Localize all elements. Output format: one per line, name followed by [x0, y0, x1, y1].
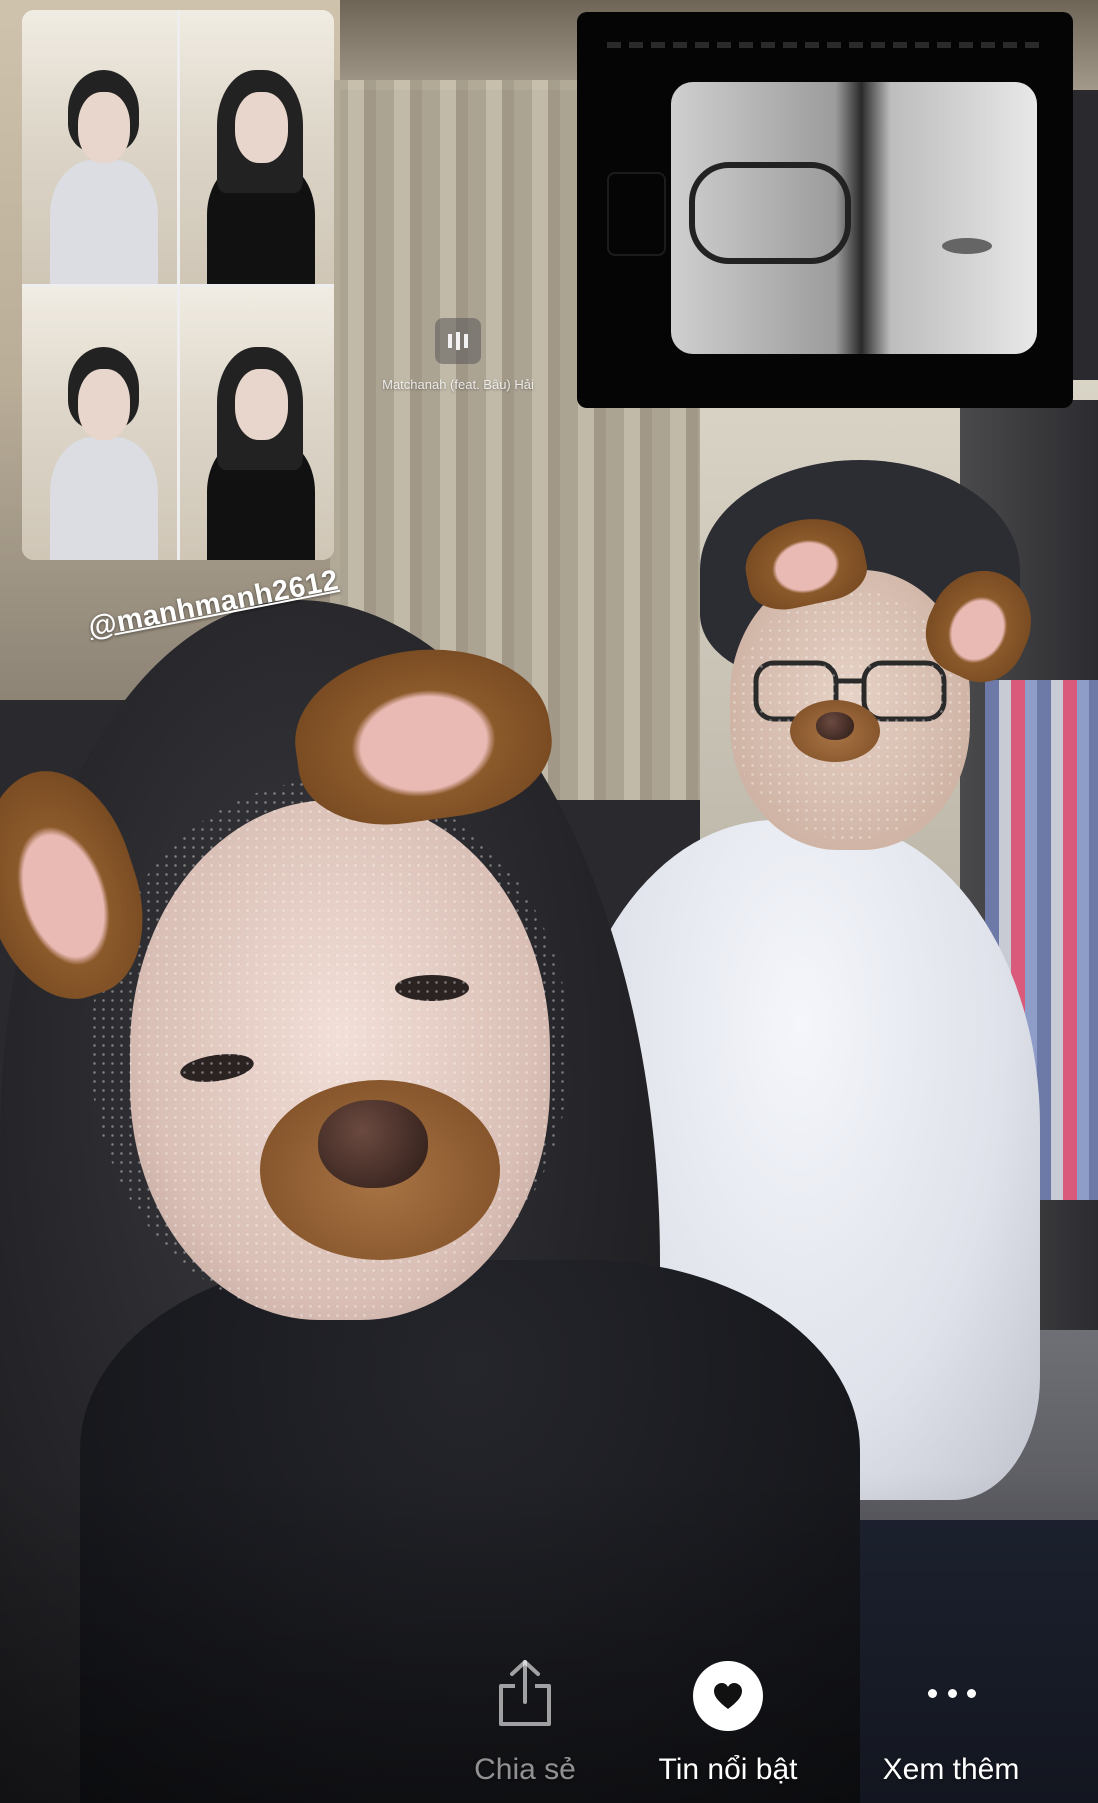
share-label: Chia sẻ: [474, 1753, 576, 1786]
dog-nose-icon: [318, 1100, 428, 1188]
film-notch: [607, 172, 666, 256]
film-photo: [671, 82, 1037, 354]
collage-photo: [22, 286, 177, 560]
more-button[interactable]: Xem thêm: [851, 1753, 1051, 1787]
more-label: Xem thêm: [882, 1753, 1020, 1786]
heart-icon: [714, 1683, 742, 1709]
dog-nose-icon: [816, 712, 854, 740]
music-title: Matchanah (feat. Bâu) Hải: [382, 377, 534, 392]
collage-photo: [179, 10, 334, 284]
collage-photo: [179, 286, 334, 560]
collage-photo: [22, 10, 177, 284]
film-perforation: [607, 42, 1043, 48]
more-dots-icon[interactable]: [928, 1689, 976, 1701]
highlight-label-wrap[interactable]: Tin nổi bật: [628, 1753, 828, 1787]
photo-collage-sticker: [22, 10, 334, 560]
film-frame-sticker: [577, 12, 1073, 408]
share-icon[interactable]: [495, 1658, 555, 1728]
pause-music-icon[interactable]: [435, 318, 481, 364]
highlight-button[interactable]: [693, 1661, 763, 1731]
music-sticker[interactable]: Matchanah (feat. Bâu) Hải: [368, 318, 548, 393]
highlight-label: Tin nổi bật: [658, 1753, 798, 1786]
share-button[interactable]: Chia sẻ: [425, 1753, 625, 1787]
